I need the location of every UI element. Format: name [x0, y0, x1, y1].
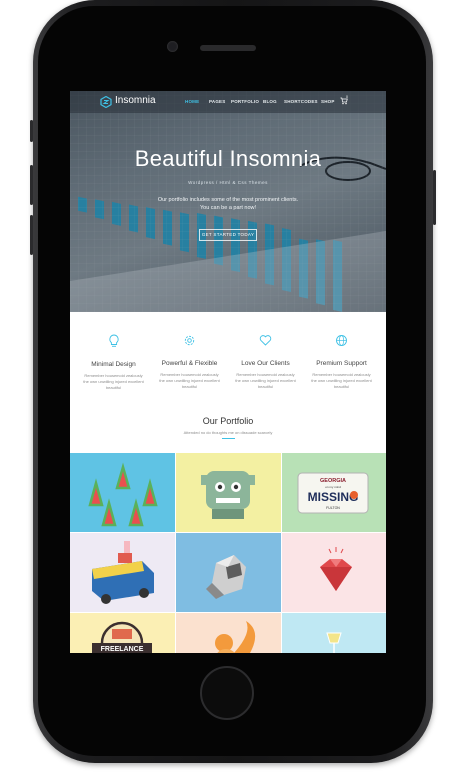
feature-title: Premium Support [316, 360, 367, 367]
lightbulb-icon [108, 334, 119, 347]
feature-desc: Remember housemoid zealously the own unw… [311, 372, 372, 389]
portfolio-subtitle: Attended no do thoughts me on dissuade s… [183, 430, 273, 435]
feature-desc: Remember housemoid zealously the own unw… [83, 373, 144, 390]
portfolio-item-truck[interactable] [70, 533, 175, 612]
freelance-badge-illustration: FREELANCE [92, 621, 152, 653]
portfolio-item-robot[interactable] [176, 453, 281, 532]
feature-love-clients: Love Our Clients Remember housemoid zeal… [226, 334, 305, 390]
ruby-gem-illustration [320, 547, 352, 591]
cart-count: 0 [346, 95, 348, 99]
features-section: Minimal Design Remember housemoid zealou… [70, 312, 386, 402]
watermelon-illustration [88, 462, 158, 527]
phone-screen: Insomnia HOME PAGES PORTFOLIO BLOG SHORT… [70, 91, 386, 653]
feature-title: Powerful & Flexible [161, 360, 218, 367]
top-navbar: Insomnia HOME PAGES PORTFOLIO BLOG SHORT… [70, 91, 386, 113]
raccoon-illustration [206, 555, 246, 599]
volume-up-button [30, 165, 33, 205]
portfolio-item-glass[interactable] [282, 613, 386, 653]
get-started-button[interactable]: GET STARTED TODAY [199, 229, 257, 241]
feature-title: Love Our Clients [241, 360, 290, 367]
nav-item-home[interactable]: HOME [185, 99, 199, 104]
portfolio-item-freelance[interactable]: FREELANCE [70, 613, 175, 653]
nav-item-pages[interactable]: PAGES [209, 99, 225, 104]
license-plate-illustration: GEORGIA on my mind MISSING FULTON [297, 472, 369, 514]
nav-item-shop[interactable]: SHOP [321, 99, 335, 104]
feature-desc: Remember housemoid zealously the own unw… [159, 372, 220, 389]
gear-icon [184, 335, 195, 346]
nav-item-portfolio[interactable]: PORTFOLIO [231, 99, 259, 104]
portfolio-heading: Our Portfolio Attended no do thoughts me… [70, 402, 386, 451]
feature-desc: Remember housemoid zealously the own unw… [235, 372, 296, 389]
squirrel-illustration [215, 621, 256, 653]
feature-minimal-design: Minimal Design Remember housemoid zealou… [74, 334, 153, 391]
power-button [433, 170, 436, 225]
portfolio-grid: GEORGIA on my mind MISSING FULTON FREELA… [70, 453, 386, 653]
earpiece-speaker [200, 45, 256, 51]
hero-breadcrumb: Wordpress / Html & Css Themes [188, 180, 268, 185]
nav-item-shortcodes[interactable]: SHORTCODES [284, 99, 318, 104]
portfolio-item-raccoon[interactable] [176, 533, 281, 612]
heart-icon [259, 335, 272, 346]
globe-icon [336, 335, 347, 346]
hero-text-line1: Our portfolio includes some of the most … [157, 197, 299, 203]
feature-powerful-flexible: Powerful & Flexible Remember housemoid z… [150, 334, 229, 390]
portfolio-divider [222, 438, 235, 439]
food-truck-illustration [92, 541, 154, 604]
svg-text:on my mind: on my mind [325, 485, 341, 489]
logo-text[interactable]: Insomnia [115, 95, 156, 106]
volume-down-button [30, 215, 33, 255]
feature-title: Minimal Design [91, 361, 136, 368]
svg-text:FULTON: FULTON [326, 506, 340, 510]
hero-section: Insomnia HOME PAGES PORTFOLIO BLOG SHORT… [70, 91, 386, 312]
feature-premium-support: Premium Support Remember housemoid zealo… [302, 334, 381, 390]
portfolio-item-license-plate[interactable]: GEORGIA on my mind MISSING FULTON [282, 453, 386, 532]
hero-title: Beautiful Insomnia [134, 146, 322, 171]
portfolio-item-gem[interactable] [282, 533, 386, 612]
logo-icon[interactable] [100, 96, 112, 108]
glass-illustration [326, 632, 342, 653]
mute-switch [30, 120, 33, 142]
front-camera [167, 41, 178, 52]
home-button[interactable] [200, 666, 254, 720]
portfolio-title: Our Portfolio [202, 416, 254, 426]
svg-text:GEORGIA: GEORGIA [320, 478, 346, 484]
hero-text-line2: You can be a part now! [199, 205, 257, 211]
portfolio-item-squirrel[interactable] [176, 613, 281, 653]
robot-illustration [201, 471, 255, 519]
nav-item-blog[interactable]: BLOG [263, 99, 277, 104]
svg-text:FREELANCE: FREELANCE [101, 646, 144, 653]
portfolio-item-watermelon[interactable] [70, 453, 175, 532]
